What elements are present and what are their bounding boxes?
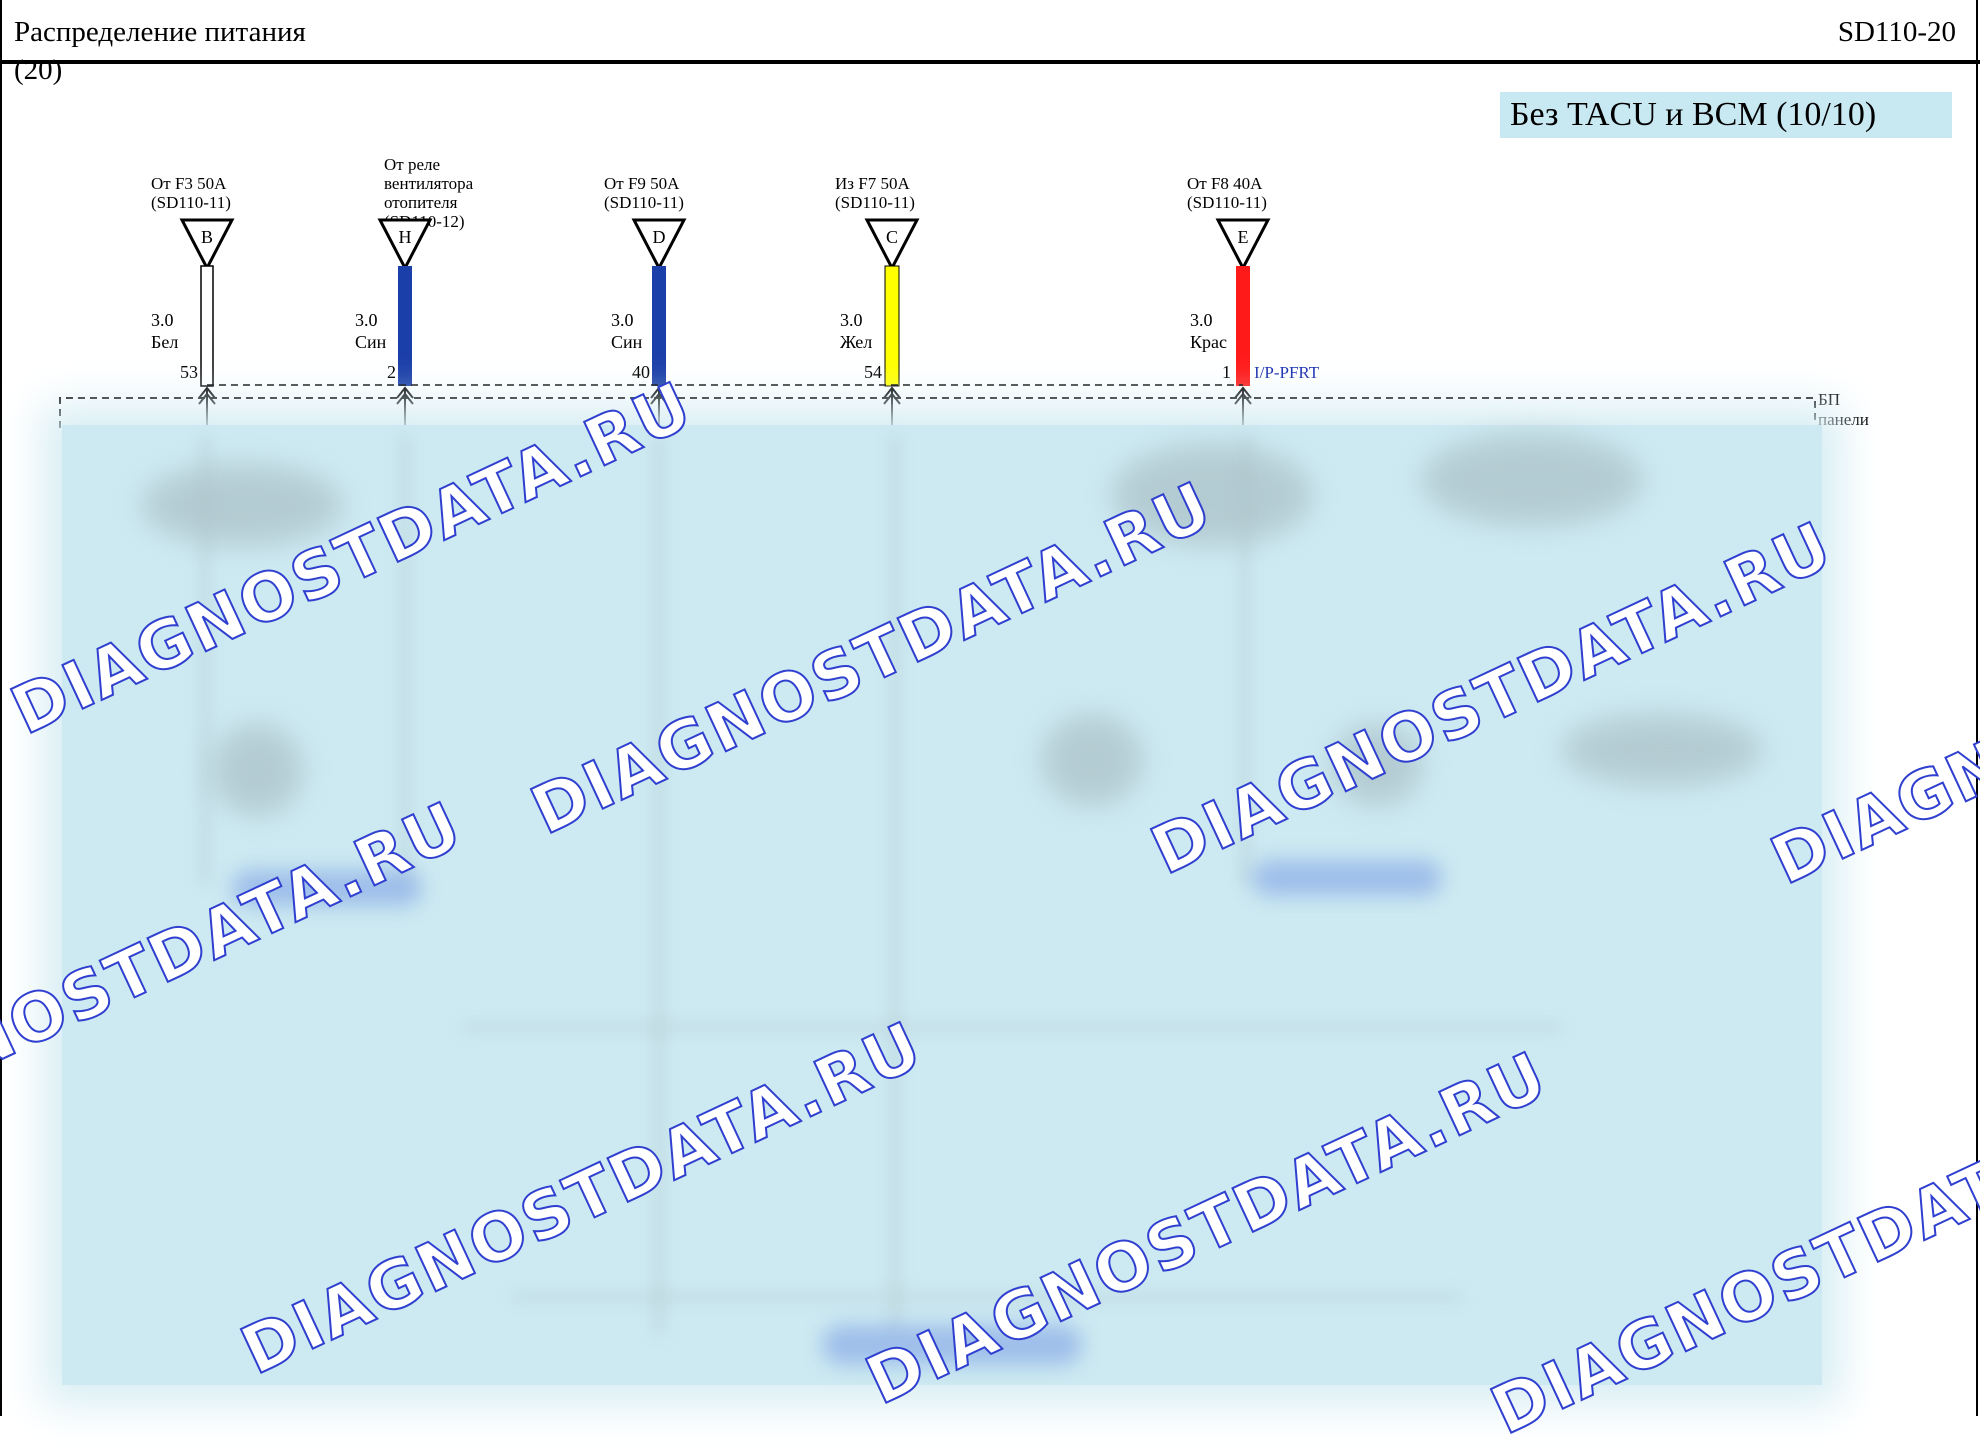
blur-blob — [1422, 435, 1642, 525]
blur-blob — [1042, 715, 1142, 805]
blur-blob — [1562, 715, 1762, 785]
triangle-letters: B H D C E — [201, 227, 1249, 247]
blur-blob — [142, 465, 342, 545]
wire-c-line — [884, 265, 900, 387]
pin-arrows — [198, 386, 1252, 428]
triangle-letter-d: D — [653, 227, 666, 247]
pin-arrow-c — [883, 386, 901, 428]
triangle-letter-b: B — [201, 227, 213, 247]
junction-box-outline — [59, 397, 1816, 428]
connector-triangles — [179, 218, 1271, 272]
wire-h-line — [398, 266, 412, 386]
triangle-letter-h: H — [399, 227, 412, 247]
wire-d-line — [652, 266, 666, 386]
wire-b-line — [200, 265, 214, 387]
wire-e-line — [1236, 266, 1250, 386]
blur-label — [1252, 860, 1442, 896]
blur-blob — [212, 725, 302, 815]
pin-arrow-e — [1234, 386, 1252, 428]
triangle-letter-e: E — [1238, 227, 1249, 247]
triangle-letter-c: C — [886, 227, 898, 247]
pin-arrow-h — [396, 386, 414, 428]
blur-line — [462, 1025, 1562, 1030]
blur-line — [892, 435, 898, 1335]
wires — [200, 265, 1250, 387]
pin-arrow-b — [198, 386, 216, 428]
